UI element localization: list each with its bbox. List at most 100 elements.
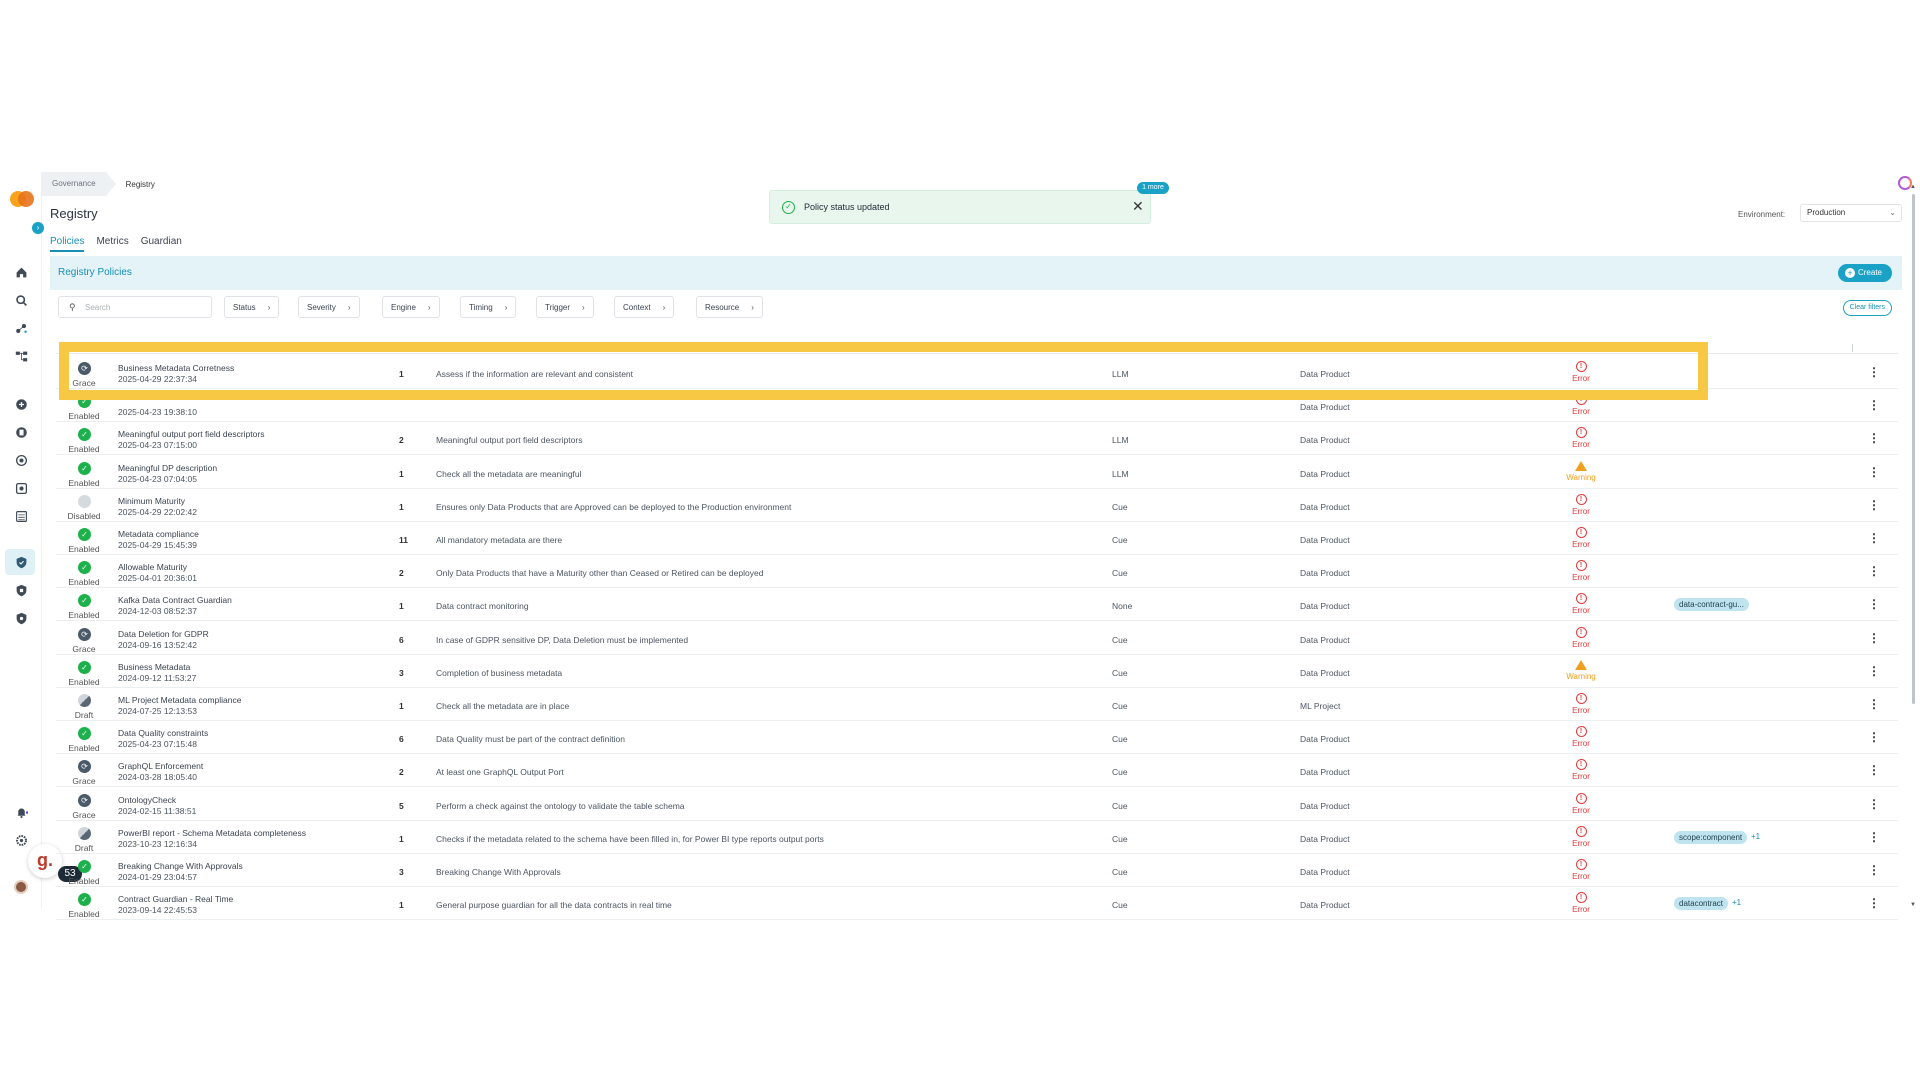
more-options-icon[interactable]: ⋮ [1868,498,1880,512]
more-options-icon[interactable]: ⋮ [1868,763,1880,777]
table-row[interactable]: ✓ Enabled Kafka Data Contract Guardian 2024… [56,588,1898,622]
user-avatar[interactable] [14,880,28,894]
table-row[interactable]: ✓ Enabled Allowable Maturity 2025-04-01 20:… [56,555,1898,589]
table-row[interactable]: ⟳ Grace Data Deletion for GDPR 2024-09-16 1… [56,622,1898,655]
settings-box-icon[interactable] [13,480,29,496]
scroll-down-icon[interactable]: ▼ [1910,902,1916,908]
policy-name[interactable]: OntologyCheck [118,795,176,805]
shield-icon[interactable] [13,582,29,598]
search-icon[interactable] [13,292,29,308]
more-options-icon[interactable]: ⋮ [1868,597,1880,611]
table-row[interactable]: Draft ML Project Metadata compliance 2024-… [56,688,1898,721]
more-options-icon[interactable]: ⋮ [1868,797,1880,811]
policy-name[interactable]: Minimum Maturity [118,496,185,506]
create-button[interactable]: + Create [1837,264,1892,282]
table-row[interactable]: ✓ Enabled Meaningful output port field des… [56,422,1898,456]
shield-alt-icon[interactable] [13,610,29,626]
tab-guardian[interactable]: Guardian [141,236,182,252]
policy-name[interactable]: Contract Guardian - Real Time [118,894,233,904]
table-row[interactable]: ✓ Enabled Data Quality constraints 2025-04-… [56,721,1898,755]
policy-name[interactable]: Meaningful DP description [118,463,217,473]
more-options-icon[interactable]: ⋮ [1868,431,1880,445]
table-row[interactable]: ⟳ Grace OntologyCheck 2024-02-15 11:38:51 5 P… [56,788,1898,821]
list-icon[interactable] [13,508,29,524]
policy-name[interactable]: Meaningful output port field descriptors [118,429,264,439]
toast-more-badge[interactable]: 1 more [1137,182,1169,194]
more-options-icon[interactable]: ⋮ [1868,863,1880,877]
status-label: Grace [72,809,96,820]
policy-description: Perform a check against the ontology to … [436,800,685,811]
policy-tag[interactable]: data-contract-gu... [1674,598,1749,612]
policy-date: 2024-09-16 13:52:42 [118,639,197,650]
policy-name[interactable]: Allowable Maturity [118,562,187,572]
table-row[interactable]: ⟳ Grace Business Metadata Corretness 2025-0… [56,356,1898,389]
hierarchy-icon[interactable] [13,348,29,364]
table-row[interactable]: ⟳ Grace GraphQL Enforcement 2024-03-28 18:0… [56,754,1898,788]
more-options-icon[interactable]: ⋮ [1868,730,1880,744]
more-options-icon[interactable]: ⋮ [1868,664,1880,678]
search-input[interactable]: ⚲ Search [58,296,212,318]
policy-engine: LLM [1112,435,1129,446]
more-tags[interactable]: +1 [1732,898,1741,907]
more-options-icon[interactable]: ⋮ [1868,398,1880,412]
severity-cell: ! Error [1566,427,1596,449]
more-tags[interactable]: +1 [1751,832,1760,841]
more-options-icon[interactable]: ⋮ [1868,531,1880,545]
tab-metrics[interactable]: Metrics [96,236,128,252]
scroll-thumb[interactable] [1912,194,1915,704]
policy-name[interactable]: Data Quality constraints [118,728,208,738]
policy-name[interactable]: GraphQL Enforcement [118,761,203,771]
filter-trigger[interactable]: Trigger › [536,296,594,318]
table-row[interactable]: ✓ Enabled 2025-04-23 19:38:10 Data Product!… [56,389,1898,423]
home-icon[interactable] [13,264,29,280]
tab-policies[interactable]: Policies [50,236,85,252]
notifications-bell-icon[interactable] [13,804,29,820]
app-logo[interactable] [10,190,34,208]
more-options-icon[interactable]: ⋮ [1868,564,1880,578]
policy-tag[interactable]: scope:component [1674,830,1748,844]
policy-name[interactable]: Breaking Change With Approvals [118,861,243,871]
policy-name[interactable]: Business Metadata Corretness [118,363,234,373]
graph-icon[interactable] [13,320,29,336]
more-options-icon[interactable]: ⋮ [1868,365,1880,379]
filter-context[interactable]: Context › [614,296,675,318]
filter-resource[interactable]: Resource › [696,296,763,318]
more-options-icon[interactable]: ⋮ [1868,896,1880,910]
close-icon[interactable]: ✕ [1132,198,1144,215]
expand-sidebar-icon[interactable]: › [32,222,44,234]
severity-cell: ! Error [1566,560,1596,582]
table-row[interactable]: ✓ Enabled Breaking Change With Approvals 20… [56,854,1898,887]
policy-name[interactable]: Kafka Data Contract Guardian [118,595,232,605]
shield-check-icon[interactable] [13,554,29,570]
clear-filters-button[interactable]: Clear filters [1842,300,1892,316]
more-options-icon[interactable]: ⋮ [1868,697,1880,711]
table-row[interactable]: ✓ Enabled Metadata compliance 2025-04-29 15… [56,522,1898,555]
policy-name[interactable]: Data Deletion for GDPR [118,629,209,639]
environment-select[interactable]: Production ⌄ [1800,204,1902,222]
table-row[interactable]: ✓ Enabled Contract Guardian - Real Time 202… [56,887,1898,921]
policy-name[interactable]: ML Project Metadata compliance [118,695,241,705]
table-row[interactable]: Disabled Minimum Maturity 2025-04-29 22:02… [56,489,1898,522]
table-row[interactable]: ✓ Enabled Meaningful DP description 2025-04… [56,456,1898,489]
more-options-icon[interactable]: ⋮ [1868,631,1880,645]
scroll-up-icon[interactable]: ▲ [1910,184,1916,190]
policy-name[interactable]: PowerBI report - Schema Metadata complet… [118,828,306,838]
filter-severity[interactable]: Severity › [298,296,360,318]
filter-engine[interactable]: Engine › [382,296,440,318]
policy-name[interactable]: Metadata compliance [118,529,199,539]
policy-version: 1 [399,369,404,379]
more-options-icon[interactable]: ⋮ [1868,830,1880,844]
policy-tag[interactable]: datacontract [1674,897,1729,911]
add-circle-icon[interactable] [13,396,29,412]
filter-status[interactable]: Status › [224,296,280,318]
table-row[interactable]: ✓ Enabled Business Metadata 2024-09-12 11:5… [56,655,1898,688]
filter-timing[interactable]: Timing › [460,296,517,318]
breadcrumb-governance[interactable]: Governance [42,172,116,196]
policy-name[interactable]: Business Metadata [118,662,190,672]
target-icon[interactable] [13,452,29,468]
gear-icon[interactable] [13,832,29,848]
more-options-icon[interactable]: ⋮ [1868,465,1880,479]
table-row[interactable]: Draft PowerBI report - Schema Metadata co… [56,821,1898,854]
scrollbar[interactable]: ▲ ▼ [1910,184,1918,908]
database-icon[interactable] [13,424,29,440]
